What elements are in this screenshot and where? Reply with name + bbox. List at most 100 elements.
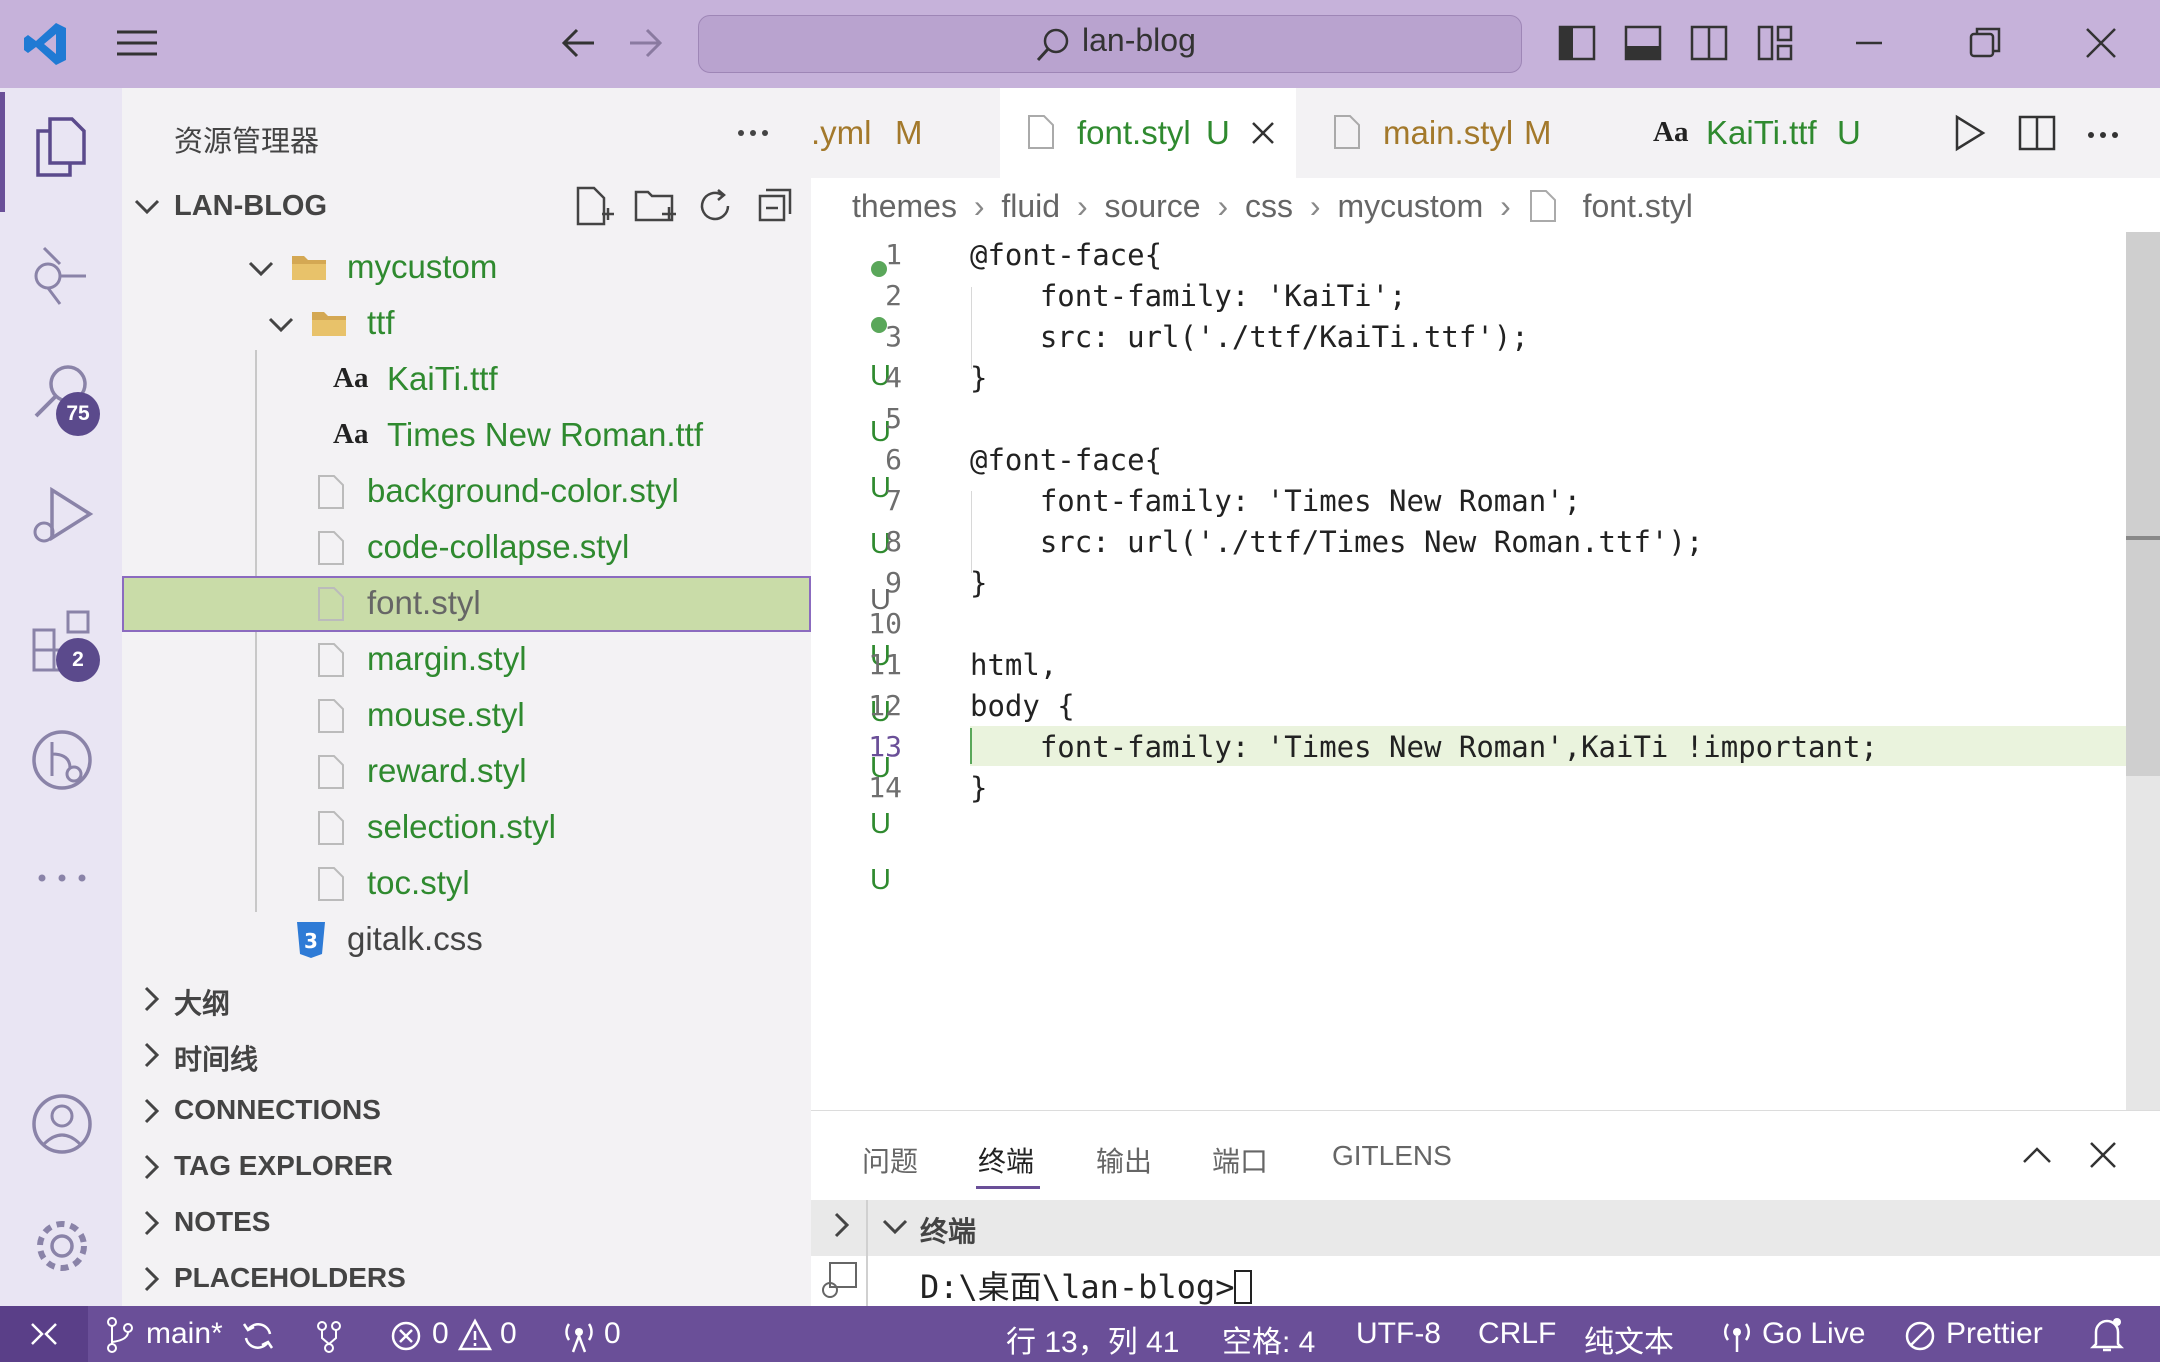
tree-folder-ttf[interactable]: ttf: [122, 296, 887, 352]
tree-file-kaiti-ttf[interactable]: Aa KaiTi.ttf U: [122, 352, 891, 408]
editor-more-icon[interactable]: [2086, 120, 2120, 150]
tree-folder-mycustom[interactable]: mycustom: [122, 240, 887, 296]
run-icon[interactable]: [1952, 114, 1986, 152]
line-number: 11: [868, 648, 902, 681]
section-notes[interactable]: NOTES: [122, 1194, 811, 1250]
customize-layout-icon[interactable]: [1756, 24, 1794, 62]
panel-tab-ports[interactable]: 端口: [1212, 1140, 1268, 1180]
tree-file-times-ttf[interactable]: Aa Times New Roman.ttf U: [122, 408, 891, 464]
restore-icon[interactable]: [1966, 24, 2004, 62]
breadcrumb-item[interactable]: fluid: [1001, 188, 1060, 224]
notifications-bell-icon[interactable]: [2090, 1316, 2124, 1354]
new-file-icon[interactable]: [574, 186, 614, 226]
language-mode[interactable]: 纯文本: [1584, 1317, 1674, 1361]
svg-text:3: 3: [304, 929, 318, 953]
settings-gear-icon[interactable]: [30, 1214, 94, 1278]
run-debug-icon[interactable]: [30, 484, 94, 548]
chevron-down-icon[interactable]: [132, 192, 162, 222]
source-control-icon[interactable]: [30, 242, 90, 306]
maximize-panel-icon[interactable]: [2020, 1138, 2054, 1172]
gitlens-icon[interactable]: [30, 728, 94, 792]
account-icon[interactable]: [30, 1092, 94, 1156]
panel-tab-output[interactable]: 输出: [1096, 1140, 1152, 1180]
section-timeline[interactable]: 时间线: [122, 1026, 811, 1082]
encoding[interactable]: UTF-8: [1356, 1317, 1441, 1351]
file-icon: [318, 475, 344, 509]
explorer-more-icon[interactable]: [736, 118, 770, 148]
breadcrumb-item[interactable]: mycustom: [1337, 188, 1483, 224]
prettier-disabled-icon[interactable]: [1904, 1320, 1936, 1352]
debug-console-icon[interactable]: [818, 1260, 860, 1300]
indentation[interactable]: 空格: 4: [1222, 1317, 1315, 1361]
scrollbar-thumb[interactable]: [2126, 232, 2160, 776]
prettier[interactable]: Prettier: [1946, 1317, 2043, 1351]
tab-yml[interactable]: .yml M: [811, 88, 989, 178]
breadcrumb: themes › fluid › source › css › mycustom…: [852, 188, 1693, 225]
panel-tab-terminal[interactable]: 终端: [978, 1140, 1034, 1180]
chevron-right-icon[interactable]: [826, 1210, 856, 1240]
workspace-root[interactable]: LAN-BLOG: [174, 190, 327, 223]
tab-font-styl[interactable]: font.styl U: [1000, 88, 1296, 178]
close-window-icon[interactable]: [2082, 24, 2120, 62]
close-panel-icon[interactable]: [2086, 1138, 2120, 1172]
go-live[interactable]: Go Live: [1762, 1317, 1865, 1351]
terminal-prompt[interactable]: D:\桌面\lan-blog>: [920, 1262, 1253, 1308]
broadcast-icon[interactable]: [1720, 1318, 1754, 1354]
line-number: 7: [885, 484, 902, 517]
toggle-panel-icon[interactable]: [1624, 24, 1662, 62]
collapse-all-icon[interactable]: [756, 186, 796, 226]
toggle-secondary-sidebar-icon[interactable]: [1690, 24, 1728, 62]
breadcrumb-item[interactable]: themes: [852, 188, 957, 224]
new-folder-icon[interactable]: [634, 186, 676, 226]
file-icon: [318, 755, 344, 789]
section-outline[interactable]: 大纲: [122, 970, 811, 1026]
git-branch[interactable]: main*: [146, 1317, 223, 1351]
tree-file-margin[interactable]: margin.styl U: [122, 632, 891, 688]
terminal-cursor: [1234, 1270, 1253, 1304]
tree-file-font-styl-selected[interactable]: font.styl U: [122, 576, 891, 632]
ports-count[interactable]: 0: [604, 1317, 621, 1351]
forward-arrow-icon[interactable]: [626, 24, 664, 62]
gitlens-graph-icon[interactable]: [312, 1318, 346, 1354]
chevron-down-icon[interactable]: [880, 1212, 910, 1242]
panel-tab-problems[interactable]: 问题: [862, 1140, 918, 1180]
error-count[interactable]: 0: [432, 1317, 449, 1351]
more-views-icon[interactable]: [34, 868, 90, 888]
breadcrumb-item[interactable]: font.styl: [1583, 188, 1693, 224]
back-arrow-icon[interactable]: [560, 24, 598, 62]
end-of-line[interactable]: CRLF: [1478, 1317, 1556, 1351]
sync-icon[interactable]: [240, 1318, 276, 1354]
section-tag-explorer[interactable]: TAG EXPLORER: [122, 1138, 811, 1194]
code-line: }: [970, 361, 988, 395]
tab-kaiti-ttf[interactable]: Aa KaiTi.ttf U: [1626, 88, 1896, 178]
error-icon[interactable]: [390, 1320, 422, 1352]
file-icon: [318, 811, 344, 845]
explorer-icon[interactable]: [30, 115, 90, 179]
tab-main-styl[interactable]: main.styl M: [1306, 88, 1606, 178]
warning-count[interactable]: 0: [500, 1317, 517, 1351]
breadcrumb-item[interactable]: css: [1245, 188, 1293, 224]
toggle-sidebar-icon[interactable]: [1558, 24, 1596, 62]
refresh-icon[interactable]: [696, 186, 736, 226]
warning-icon[interactable]: [458, 1318, 492, 1352]
line-number: 4: [885, 361, 902, 394]
menu-icon[interactable]: [115, 28, 159, 58]
split-editor-icon[interactable]: [2018, 114, 2056, 152]
panel-tab-gitlens[interactable]: GITLENS: [1332, 1140, 1452, 1172]
tree-file-gitalk-css[interactable]: 3 gitalk.css: [122, 912, 811, 968]
tree-file-mouse[interactable]: mouse.styl U: [122, 688, 891, 744]
section-connections[interactable]: CONNECTIONS: [122, 1082, 811, 1138]
tree-file-reward[interactable]: reward.styl U: [122, 744, 891, 800]
font-file-icon: Aa: [333, 418, 369, 450]
section-placeholders[interactable]: PLACEHOLDERS: [122, 1250, 811, 1306]
breadcrumb-item[interactable]: source: [1105, 188, 1201, 224]
tree-file-selection[interactable]: selection.styl U: [122, 800, 891, 856]
code-line: src: url('./ttf/Times New Roman.ttf');: [970, 525, 1704, 559]
tree-file-background-color[interactable]: background-color.styl U: [122, 464, 891, 520]
tree-file-code-collapse[interactable]: code-collapse.styl U: [122, 520, 891, 576]
close-tab-icon[interactable]: [1249, 119, 1277, 147]
cursor-position[interactable]: 行 13，列 41: [1006, 1317, 1179, 1361]
minimize-icon[interactable]: [1850, 24, 1888, 62]
tree-file-toc[interactable]: toc.styl U: [122, 856, 891, 912]
ports-antenna-icon[interactable]: [560, 1318, 598, 1354]
